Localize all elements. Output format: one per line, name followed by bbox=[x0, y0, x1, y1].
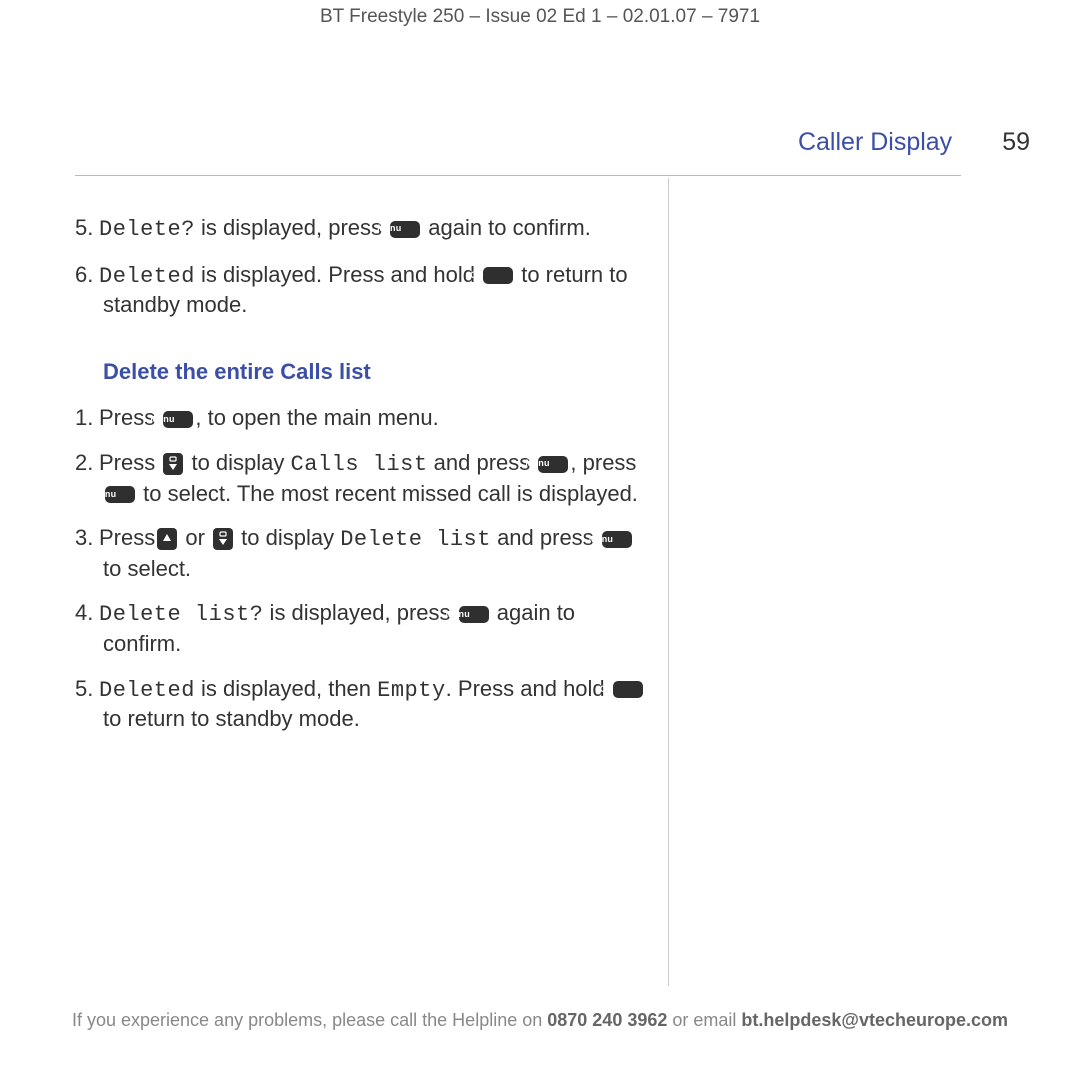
step-2: 2.Press to display Calls list and press … bbox=[75, 449, 655, 508]
text: to display bbox=[185, 450, 290, 475]
text: is displayed, then bbox=[195, 676, 377, 701]
display-term-delete-list-q: Delete list? bbox=[99, 602, 263, 627]
vertical-divider bbox=[668, 178, 669, 986]
step-number: 5. bbox=[75, 675, 99, 704]
clr-key-icon: Clr bbox=[613, 681, 643, 698]
section-title: Caller Display bbox=[798, 128, 952, 157]
down-key-icon bbox=[163, 453, 183, 475]
menu-key-icon: Menu bbox=[538, 456, 568, 473]
page-number: 59 bbox=[1002, 128, 1030, 157]
text: and press bbox=[428, 450, 537, 475]
text: Press bbox=[99, 450, 161, 475]
text: to display bbox=[235, 525, 340, 550]
text: Press bbox=[99, 525, 155, 550]
text: and press bbox=[491, 525, 600, 550]
menu-key-icon: Menu bbox=[459, 606, 489, 623]
text: to select. The most recent missed call i… bbox=[137, 481, 638, 506]
display-term-deleted: Deleted bbox=[99, 678, 195, 703]
step-6-continued: 6.Deleted is displayed. Press and hold C… bbox=[75, 261, 655, 320]
text: is displayed, press bbox=[195, 215, 388, 240]
text: to select. bbox=[103, 556, 191, 581]
step-5-continued: 5.Delete? is displayed, press Menu again… bbox=[75, 214, 655, 245]
step-number: 3. bbox=[75, 524, 99, 553]
display-term-calls-list: Calls list bbox=[291, 452, 428, 477]
step-1: 1.Press Menu, to open the main menu. bbox=[75, 404, 655, 433]
footer: If you experience any problems, please c… bbox=[0, 1010, 1080, 1031]
step-3: 3.Press or to display Delete list and pr… bbox=[75, 524, 655, 583]
down-key-icon bbox=[213, 528, 233, 550]
text: , press bbox=[570, 450, 636, 475]
helpline-phone: 0870 240 3962 bbox=[547, 1010, 667, 1030]
step-5: 5.Deleted is displayed, then Empty. Pres… bbox=[75, 675, 655, 734]
text: is displayed, press bbox=[263, 600, 456, 625]
subsection-heading: Delete the entire Calls list bbox=[103, 358, 655, 387]
step-number: 4. bbox=[75, 599, 99, 628]
text: , to open the main menu. bbox=[195, 405, 438, 430]
display-term-empty: Empty bbox=[377, 678, 446, 703]
text: is displayed. Press and hold bbox=[195, 262, 481, 287]
helpline-email: bt.helpdesk@vtecheurope.com bbox=[741, 1010, 1008, 1030]
footer-pre: If you experience any problems, please c… bbox=[72, 1010, 547, 1030]
clr-key-icon: Clr bbox=[483, 267, 513, 284]
menu-key-icon: Menu bbox=[602, 531, 632, 548]
page: BT Freestyle 250 – Issue 02 Ed 1 – 02.01… bbox=[0, 0, 1080, 1065]
horizontal-rule bbox=[75, 175, 961, 176]
step-number: 5. bbox=[75, 214, 99, 243]
display-term-deleted: Deleted bbox=[99, 264, 195, 289]
display-term-delete-list: Delete list bbox=[340, 527, 491, 552]
text: again to confirm. bbox=[422, 215, 591, 240]
text: to return to standby mode. bbox=[103, 706, 360, 731]
footer-mid: or email bbox=[667, 1010, 741, 1030]
menu-key-icon: Menu bbox=[390, 221, 420, 238]
doc-header: BT Freestyle 250 – Issue 02 Ed 1 – 02.01… bbox=[0, 0, 1080, 28]
step-number: 1. bbox=[75, 404, 99, 433]
up-key-icon bbox=[157, 528, 177, 550]
menu-key-icon: Menu bbox=[105, 486, 135, 503]
main-content: 5.Delete? is displayed, press Menu again… bbox=[75, 214, 655, 750]
step-number: 6. bbox=[75, 261, 99, 290]
text: or bbox=[179, 525, 211, 550]
step-number: 2. bbox=[75, 449, 99, 478]
menu-key-icon: Menu bbox=[163, 411, 193, 428]
section-header: 59 Caller Display bbox=[75, 128, 1030, 157]
display-term-delete-q: Delete? bbox=[99, 217, 195, 242]
step-4: 4.Delete list? is displayed, press Menu … bbox=[75, 599, 655, 658]
text: . Press and hold bbox=[446, 676, 611, 701]
